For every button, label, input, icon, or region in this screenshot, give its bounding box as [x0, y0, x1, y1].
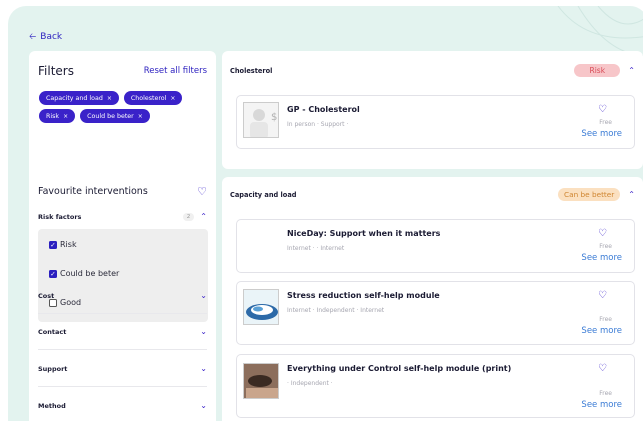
group-card-cholesterol: Cholesterol Risk ⌃ $ GP - Cholesterol In… [222, 51, 643, 169]
back-label: Back [40, 32, 63, 42]
group-title: Cholesterol [230, 66, 273, 75]
option-could-be-better[interactable]: ✓ Could be beter [49, 269, 119, 278]
chip-label: Cholesterol [130, 94, 167, 102]
intervention-title: NiceDay: Support when it matters [287, 229, 441, 238]
intervention-meta: · Independent · [287, 380, 333, 387]
intervention-title: GP - Cholesterol [287, 105, 360, 114]
filters-header: Filters Reset all filters [38, 64, 207, 78]
status-badge: Risk [574, 64, 621, 77]
favourite-interventions-toggle[interactable]: Favourite interventions ♡ [38, 186, 207, 197]
price-label: Free [599, 316, 612, 323]
active-filter-chips: Capacity and load × Cholesterol × Risk × Co… [39, 91, 209, 123]
intervention-meta: Internet · · Internet [287, 245, 345, 252]
chevron-down-icon: ⌄ [200, 290, 207, 300]
section-label: Cost [38, 291, 55, 300]
status-badge: Can be better [558, 188, 621, 201]
close-icon: × [106, 94, 112, 102]
option-label: Could be beter [60, 269, 120, 278]
filter-section-method[interactable]: Method ⌄ [38, 388, 207, 421]
filter-chip-risk[interactable]: Risk × [39, 109, 76, 123]
filter-chip-cholesterol[interactable]: Cholesterol × [123, 91, 183, 105]
risk-factors-header[interactable]: Risk factors 2 ⌃ [38, 213, 207, 221]
chevron-up-icon[interactable]: ⌃ [628, 190, 635, 199]
close-icon: × [63, 112, 69, 120]
arrow-left-icon: 🡠 [29, 31, 37, 42]
chevron-down-icon: ⌄ [200, 363, 207, 373]
filter-section-support[interactable]: Support ⌄ [38, 351, 207, 387]
see-more-link[interactable]: See more [581, 129, 622, 139]
chip-label: Risk [46, 112, 60, 120]
option-label: Risk [60, 240, 77, 249]
chevron-down-icon: ⌄ [200, 326, 207, 336]
page: 🡠 Back Filters Reset all filters Capacit… [0, 0, 643, 421]
chip-label: Could be beter [87, 112, 134, 120]
doctor-thumbnail: $ [243, 102, 279, 138]
filter-section-cost[interactable]: Cost ⌄ [38, 278, 207, 314]
heart-icon[interactable]: ♡ [598, 290, 607, 301]
favourite-label: Favourite interventions [38, 186, 148, 197]
filter-chip-could-be-better[interactable]: Could be beter × [80, 109, 150, 123]
intervention-title: Stress reduction self-help module [287, 291, 440, 300]
intervention-card[interactable]: NiceDay: Support when it matters Interne… [236, 219, 635, 273]
intervention-meta: Internet · Independent · Internet [287, 307, 385, 314]
see-more-link[interactable]: See more [581, 326, 622, 336]
checkbox-checked-icon[interactable]: ✓ [49, 269, 57, 278]
intervention-meta: In person · Support · [287, 121, 349, 128]
see-more-link[interactable]: See more [581, 253, 622, 263]
group-title: Capacity and load [230, 190, 297, 199]
intervention-card[interactable]: Stress reduction self-help module Intern… [236, 281, 635, 345]
group-card-capacity-and-load: Capacity and load Can be better ⌃ NiceDa… [222, 177, 643, 421]
filter-section-contact[interactable]: Contact ⌄ [38, 314, 207, 350]
risk-factors-count: 2 [182, 213, 195, 221]
price-label: Free [599, 390, 612, 397]
intervention-title: Everything under Control self-help modul… [287, 364, 512, 373]
risk-factors-label: Risk factors [38, 213, 82, 221]
intervention-card[interactable]: $ GP - Cholesterol In person · Support ·… [236, 95, 635, 149]
chevron-up-icon[interactable]: ⌃ [200, 213, 207, 221]
svg-text:$: $ [271, 112, 277, 123]
see-more-link[interactable]: See more [581, 400, 622, 410]
heart-icon[interactable]: ♡ [598, 104, 607, 115]
section-label: Support [38, 364, 68, 373]
filters-title: Filters [38, 64, 74, 78]
group-header[interactable]: Capacity and load Can be better ⌃ [230, 188, 635, 201]
price-label: Free [599, 243, 612, 250]
chevron-down-icon: ⌄ [200, 401, 207, 410]
filter-chip-capacity[interactable]: Capacity and load × [39, 91, 119, 105]
close-icon: × [137, 112, 143, 120]
person-thumbnail [243, 363, 279, 399]
stress-module-thumbnail [243, 289, 279, 325]
chevron-up-icon[interactable]: ⌃ [628, 66, 635, 75]
section-label: Contact [38, 327, 67, 336]
section-label: Method [38, 402, 66, 410]
heart-icon[interactable]: ♡ [598, 228, 607, 239]
heart-icon[interactable]: ♡ [598, 363, 607, 374]
heart-icon[interactable]: ♡ [197, 186, 207, 197]
option-risk[interactable]: ✓ Risk [49, 240, 77, 249]
chip-label: Capacity and load [46, 94, 103, 102]
reset-filters-button[interactable]: Reset all filters [144, 66, 207, 76]
filters-panel: Filters Reset all filters Capacity and l… [29, 51, 216, 421]
checkbox-checked-icon[interactable]: ✓ [49, 240, 57, 249]
back-link[interactable]: 🡠 Back [29, 32, 62, 42]
close-icon: × [170, 94, 176, 102]
price-label: Free [599, 119, 612, 126]
group-header[interactable]: Cholesterol Risk ⌃ [230, 64, 635, 77]
intervention-card[interactable]: Everything under Control self-help modul… [236, 354, 635, 418]
